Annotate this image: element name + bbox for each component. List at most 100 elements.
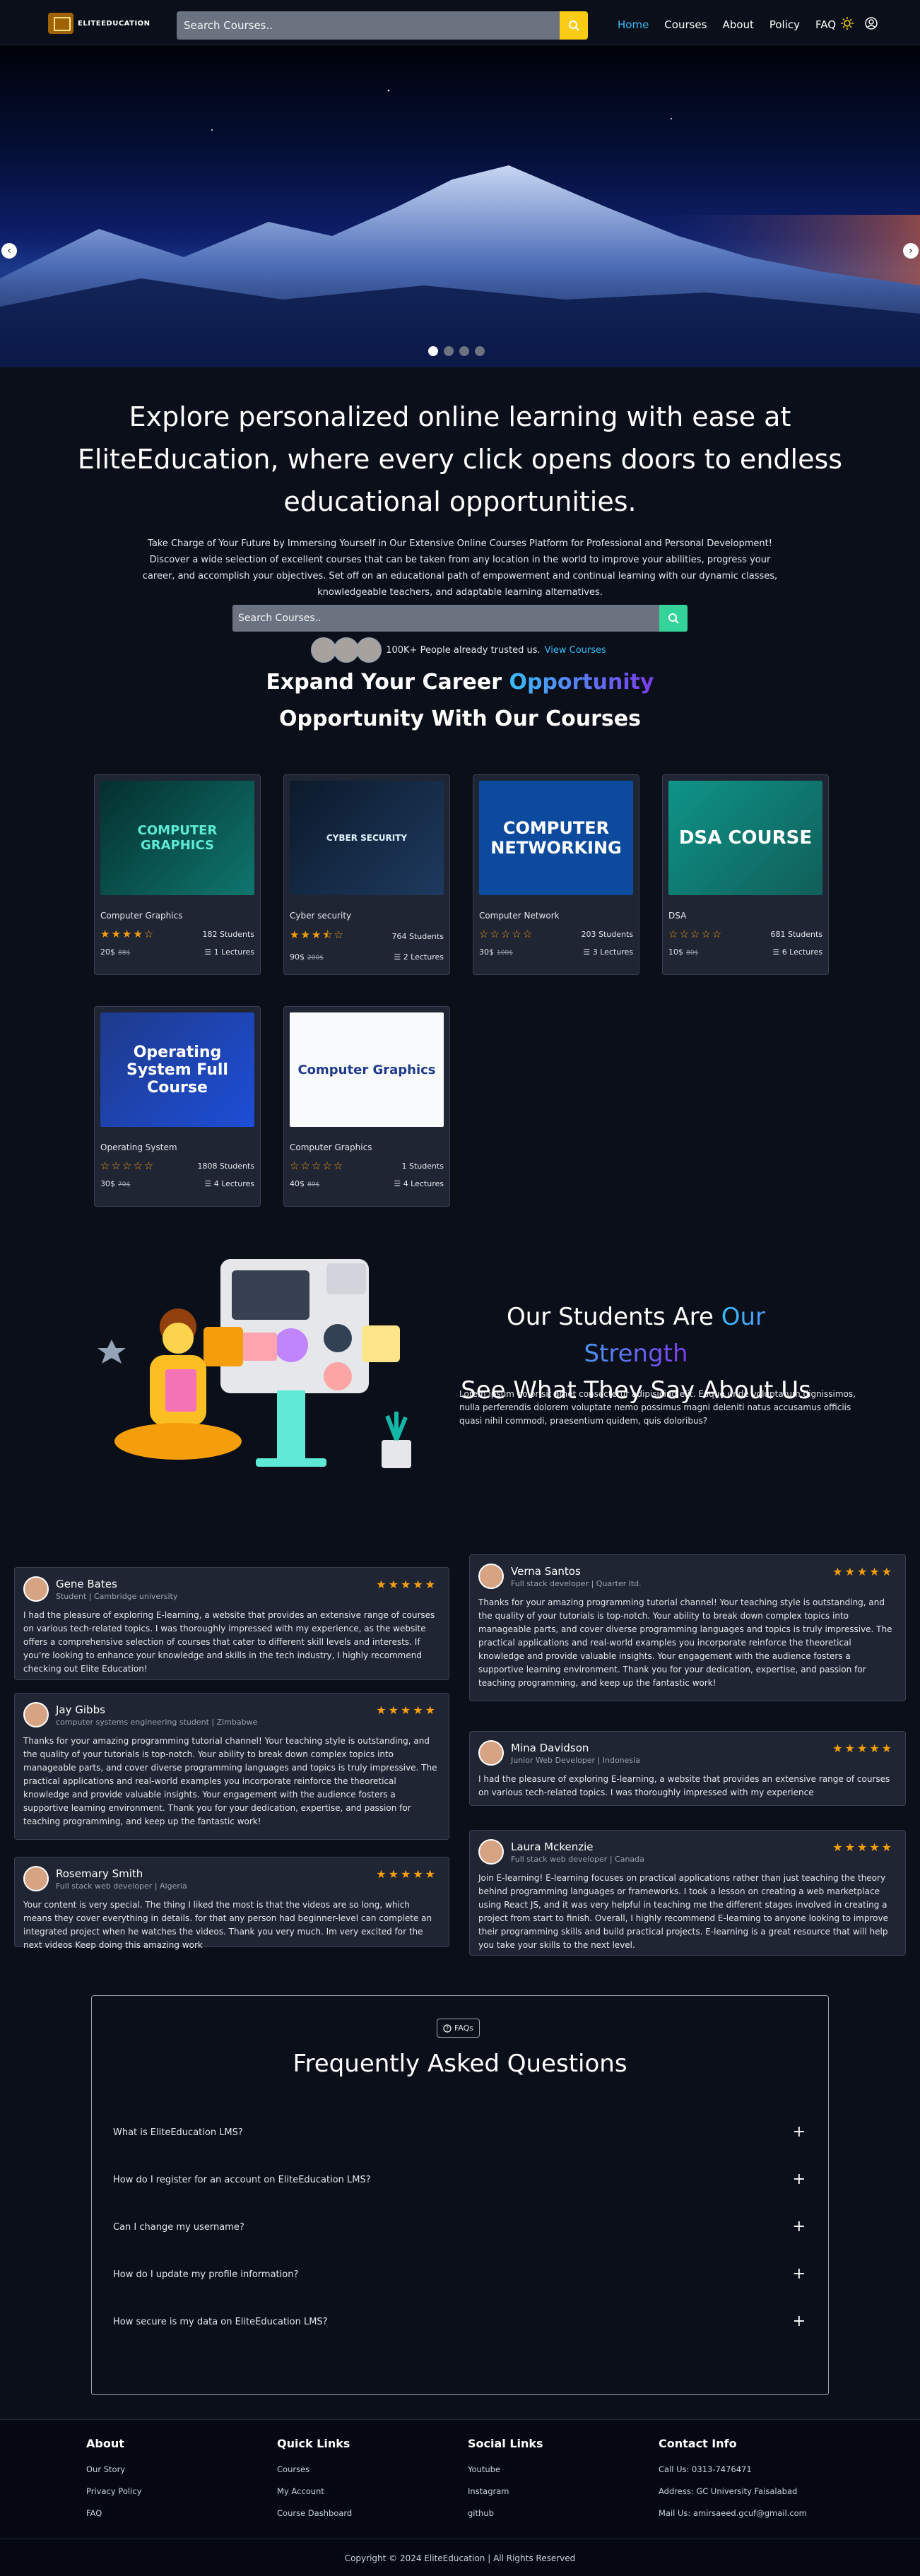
carousel-dot-2[interactable] (444, 346, 454, 356)
testimonial-author: Mina Davidson Junior Web Developer | Indo… (511, 1742, 640, 1765)
author-role: Full stack web developer | Canada (511, 1854, 644, 1864)
lecture-label: 6 Lectures (782, 947, 822, 957)
faq-item[interactable]: Can I change my username? + (113, 2219, 806, 2235)
footer-social-title: Social Links (468, 2437, 543, 2450)
copyright: Copyright © 2024 EliteEducation | All Ri… (0, 2539, 920, 2563)
list-icon: ☰ (204, 947, 214, 957)
course-search-button[interactable] (659, 605, 688, 632)
carousel-dot-3[interactable] (459, 346, 469, 356)
author-role: computer systems engineering student | Z… (56, 1717, 258, 1727)
current-price: 30$ (100, 1179, 115, 1188)
course-grid: COMPUTER GRAPHICS Computer Graphics ★★★★☆ 1… (91, 774, 829, 1207)
author-name: Gene Bates (56, 1577, 117, 1590)
course-card[interactable]: Operating System Full Course Operating Sy… (94, 1006, 261, 1207)
avatar (356, 637, 382, 663)
footer-link-account[interactable]: My Account (277, 2486, 352, 2496)
course-title[interactable]: Computer Network (479, 911, 633, 921)
footer-link-courses[interactable]: Courses (277, 2464, 352, 2474)
current-price: 20$ (100, 947, 115, 957)
faq-item[interactable]: How do I register for an account on Elit… (113, 2172, 806, 2187)
faq-item[interactable]: What is EliteEducation LMS? + (113, 2125, 806, 2140)
testimonial-text: Thanks for your amazing programming tuto… (23, 1736, 437, 1826)
nav-search-input[interactable] (177, 11, 560, 40)
testimonial-text: Thanks for your amazing programming tuto… (478, 1597, 892, 1688)
nav-link-about[interactable]: About (722, 18, 753, 31)
course-title[interactable]: Cyber security (290, 911, 444, 921)
author-role: Junior Web Developer | Indonesia (511, 1755, 640, 1765)
nav-link-home[interactable]: Home (618, 18, 649, 31)
footer-link-youtube[interactable]: Youtube (468, 2464, 543, 2474)
course-thumbnail[interactable]: COMPUTER GRAPHICS (100, 781, 254, 895)
nav-link-faq[interactable]: FAQ (815, 18, 836, 31)
course-title[interactable]: Computer Graphics (100, 911, 254, 921)
faq-item[interactable]: How secure is my data on EliteEducation … (113, 2314, 806, 2329)
search-icon (569, 20, 579, 31)
course-title[interactable]: Operating System (100, 1142, 254, 1152)
course-card[interactable]: CYBER SECURITY Cyber security ★★★⯪☆ 764 Stu… (283, 774, 450, 975)
avatar (23, 1576, 49, 1602)
course-thumbnail[interactable]: Computer Graphics (290, 1012, 444, 1127)
footer-contact-title: Contact Info (659, 2437, 737, 2450)
footer-link-instagram[interactable]: Instagram (468, 2486, 543, 2496)
testimonial-author: Jay Gibbs computer systems engineering st… (56, 1703, 257, 1727)
mountain-image (0, 89, 920, 367)
nav-link-policy[interactable]: Policy (769, 18, 800, 31)
view-courses-link[interactable]: View Courses (545, 645, 606, 656)
user-icon[interactable] (865, 17, 878, 30)
student-count: 203 Students (581, 929, 633, 939)
hero-carousel: ‹ › (0, 45, 920, 367)
lecture-label: 4 Lectures (213, 1179, 254, 1188)
plus-icon[interactable]: + (793, 2125, 806, 2140)
course-title[interactable]: Computer Graphics (290, 1142, 444, 1152)
footer-contact-mail[interactable]: Mail Us: amirsaeed.gcuf@gmail.com (659, 2508, 807, 2518)
course-thumbnail[interactable]: Operating System Full Course (100, 1012, 254, 1127)
nav-search (177, 11, 588, 40)
rating-stars: ★★★★★ (832, 1841, 894, 1854)
rating-stars: ★★★★☆ (100, 928, 155, 940)
footer-link-our-story[interactable]: Our Story (86, 2464, 141, 2474)
author-name: Laura Mckenzie (511, 1840, 594, 1853)
course-search-input[interactable] (232, 605, 659, 632)
carousel-prev-button[interactable]: ‹ (1, 243, 17, 259)
logo[interactable]: ELITEEDUCATION (48, 13, 151, 34)
footer-link-privacy[interactable]: Privacy Policy (86, 2486, 141, 2496)
footer-link-dashboard[interactable]: Course Dashboard (277, 2508, 352, 2518)
lecture-count: ☰ 3 Lectures (583, 947, 633, 957)
faq-question[interactable]: Can I change my username? (113, 2222, 244, 2233)
faq-question[interactable]: What is EliteEducation LMS? (113, 2127, 243, 2138)
sun-icon[interactable] (841, 17, 854, 30)
course-thumbnail[interactable]: COMPUTER NETWORKING (479, 781, 633, 895)
course-card[interactable]: DSA COURSE DSA ☆☆☆☆☆ 681 Students 10$ 80$ ☰ 6 … (662, 774, 829, 975)
lecture-label: 1 Lectures (213, 947, 254, 957)
nav-search-button[interactable] (560, 11, 588, 40)
avatar (478, 1740, 504, 1766)
faq-item[interactable]: How do I update my profile information? + (113, 2267, 806, 2282)
plus-icon[interactable]: + (793, 2219, 806, 2235)
nav-link-courses[interactable]: Courses (664, 18, 707, 31)
plus-icon[interactable]: + (793, 2314, 806, 2329)
faq-question[interactable]: How secure is my data on EliteEducation … (113, 2317, 328, 2327)
carousel-dot-1[interactable] (428, 346, 438, 356)
plus-icon[interactable]: + (793, 2172, 806, 2187)
course-thumbnail[interactable]: CYBER SECURITY (290, 781, 444, 895)
carousel-dot-4[interactable] (475, 346, 485, 356)
testimonial-author: Verna Santos Full stack developer | Quart… (511, 1565, 642, 1588)
course-card[interactable]: Computer Graphics Computer Graphics ☆☆☆☆☆ 1… (283, 1006, 450, 1207)
faq-question[interactable]: How do I register for an account on Elit… (113, 2175, 371, 2185)
avatar (23, 1866, 49, 1891)
faq-question[interactable]: How do I update my profile information? (113, 2269, 298, 2280)
navbar: ELITEEDUCATION Home Courses About Policy… (0, 0, 920, 45)
footer-link-github[interactable]: github (468, 2508, 543, 2518)
testimonial-card: Laura Mckenzie Full stack web developer |… (469, 1830, 906, 1956)
carousel-next-button[interactable]: › (903, 243, 919, 259)
footer-link-faq[interactable]: FAQ (86, 2508, 141, 2518)
course-card[interactable]: COMPUTER NETWORKING Computer Network ☆☆☆☆☆… (473, 774, 639, 975)
rating-stars: ☆☆☆☆☆ (668, 928, 724, 940)
course-card[interactable]: COMPUTER GRAPHICS Computer Graphics ★★★★☆ 1… (94, 774, 261, 975)
course-title[interactable]: DSA (668, 911, 822, 921)
rating-stars: ★★★★★ (832, 1565, 894, 1578)
original-price: 80$ (686, 950, 699, 957)
course-thumbnail[interactable]: DSA COURSE (668, 781, 822, 895)
footer: About Our Story Privacy Policy FAQ Quick… (0, 2419, 920, 2576)
plus-icon[interactable]: + (793, 2267, 806, 2282)
